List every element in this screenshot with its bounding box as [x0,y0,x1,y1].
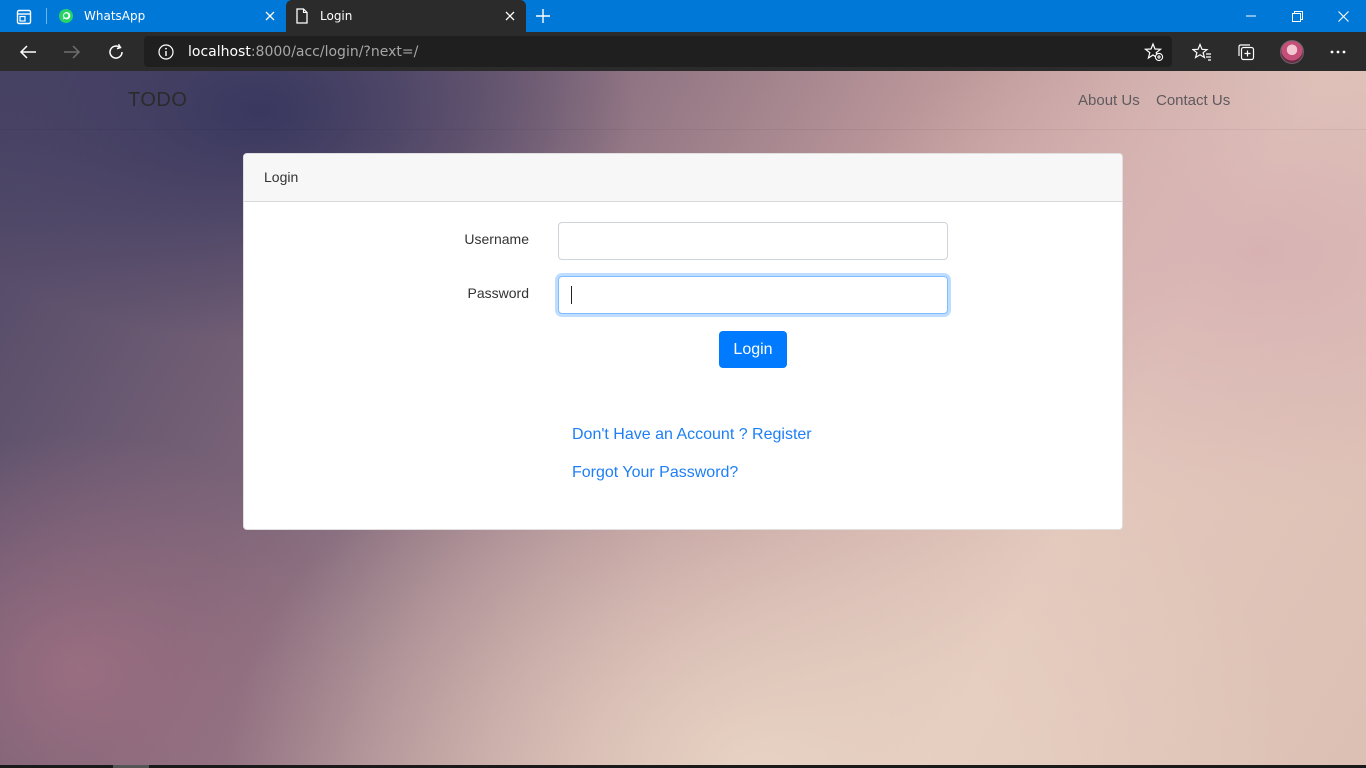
avatar [1280,40,1304,64]
back-button[interactable] [11,35,45,69]
brand-logo[interactable]: TODO [128,89,187,112]
password-input[interactable] [558,276,948,314]
add-favorite-icon[interactable] [1144,42,1164,62]
username-input[interactable] [558,222,948,260]
whatsapp-icon [58,8,74,24]
address-bar[interactable]: localhost:8000/acc/login/?next=/ [144,36,1172,67]
favorites-icon[interactable] [1185,35,1219,69]
tab-divider [46,8,47,24]
refresh-button[interactable] [99,35,133,69]
tab-whatsapp[interactable]: WhatsApp [50,0,286,32]
password-label: Password [467,285,529,301]
url-path: :8000/acc/login/?next=/ [250,43,419,60]
card-title: Login [264,169,299,185]
nav-about-us[interactable]: About Us [1078,92,1140,109]
info-icon[interactable] [157,43,175,61]
text-caret [571,286,572,304]
url-text: localhost:8000/acc/login/?next=/ [188,44,418,60]
navbar-divider [0,129,1366,130]
register-link[interactable]: Don't Have an Account ? Register [572,426,812,444]
forgot-password-link[interactable]: Forgot Your Password? [572,464,738,482]
more-options-icon[interactable] [1321,35,1355,69]
tab-strip: WhatsApp Login [0,0,1366,32]
forward-button[interactable] [55,35,89,69]
page-viewport: TODO About Us Contact Us Login Username … [0,71,1366,768]
tab-actions-icon[interactable] [8,6,40,28]
tab-title: Login [320,9,353,23]
restore-button[interactable] [1274,0,1320,32]
login-card: Login Username Password Login Don't Have… [243,153,1123,530]
card-header: Login [244,154,1122,202]
minimize-button[interactable] [1228,0,1274,32]
tab-title: WhatsApp [84,9,146,23]
url-host: localhost [188,43,251,60]
close-icon[interactable] [502,8,518,24]
new-tab-button[interactable] [532,5,554,27]
collections-icon[interactable] [1229,35,1263,69]
close-icon[interactable] [262,8,278,24]
login-button[interactable]: Login [719,331,787,368]
page-icon [294,8,310,24]
username-label: Username [464,231,529,247]
nav-contact-us[interactable]: Contact Us [1156,92,1230,109]
close-window-button[interactable] [1320,0,1366,32]
browser-toolbar: localhost:8000/acc/login/?next=/ [0,32,1366,71]
profile-button[interactable] [1275,35,1309,69]
tab-login[interactable]: Login [286,0,526,32]
